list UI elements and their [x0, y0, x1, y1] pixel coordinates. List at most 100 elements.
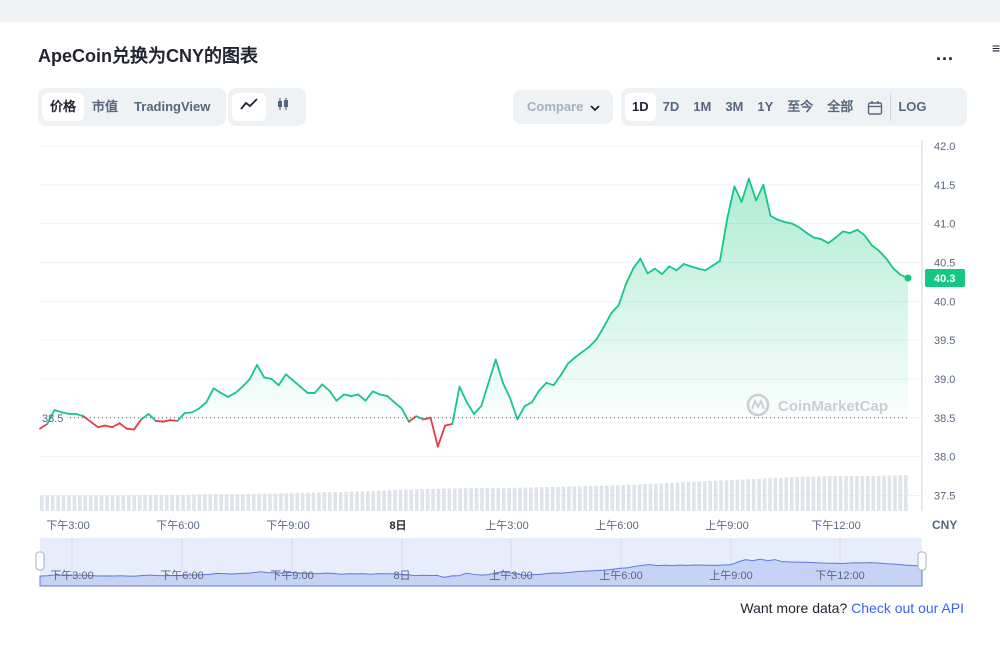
- x-tick-label: 上午3:00: [485, 519, 528, 532]
- volume-bar: [800, 476, 805, 511]
- volume-bar: [893, 475, 897, 511]
- volume-bar: [795, 476, 799, 511]
- volume-bar: [610, 485, 615, 511]
- volume-bar: [686, 482, 691, 511]
- volume-bar: [740, 479, 745, 511]
- volume-bar: [523, 487, 528, 511]
- volume-bar: [719, 480, 723, 511]
- volume-bar: [393, 489, 397, 511]
- volume-bar: [469, 488, 473, 511]
- volume-bar: [735, 479, 740, 511]
- footer-text: Want more data?: [740, 600, 852, 616]
- volume-bar: [605, 485, 609, 511]
- volume-bar: [539, 487, 544, 511]
- x-tick-label: 下午9:00: [266, 519, 309, 532]
- volume-bar: [860, 475, 865, 511]
- volume-bar: [192, 494, 196, 511]
- y-tick-label: 42.0: [934, 141, 955, 153]
- volume-bar: [463, 488, 468, 511]
- volume-bar: [382, 490, 386, 511]
- volume-bar: [626, 484, 631, 511]
- volume-bar: [632, 484, 636, 511]
- price-chart[interactable]: 38.5 40.3 37.5 38.0 38.5 39.0 39.5 40.0 40.5 41.…: [0, 0, 1000, 600]
- volume-bar: [762, 478, 767, 511]
- volume-bar: [295, 492, 299, 511]
- volume-bar: [241, 493, 245, 511]
- volume-bar: [45, 495, 50, 511]
- volume-bar: [366, 491, 370, 511]
- volume-bar: [88, 495, 93, 511]
- volume-bar: [317, 492, 321, 511]
- volume-bar: [588, 486, 593, 511]
- volume-bar: [567, 486, 571, 511]
- api-link[interactable]: Check out our API: [851, 600, 964, 616]
- navigator-right-handle: [917, 551, 927, 571]
- volume-bar: [311, 492, 316, 511]
- volume-bar: [72, 495, 77, 511]
- volume-bar: [279, 493, 283, 511]
- volume-bar: [197, 494, 202, 511]
- volume-bar: [404, 489, 408, 511]
- price-line-segment: [429, 416, 439, 448]
- volume-bar: [491, 487, 495, 511]
- volume-bar: [78, 495, 82, 511]
- volume-bar: [556, 486, 560, 511]
- volume-bar: [175, 494, 180, 511]
- volume-bar: [496, 487, 501, 511]
- volume-bar: [827, 476, 832, 511]
- volume-bar: [637, 484, 642, 511]
- price-line-segment: [118, 422, 128, 430]
- volume-bar: [257, 493, 261, 511]
- volume-bar: [360, 491, 365, 511]
- volume-bar: [708, 480, 712, 511]
- x-tick-label: 上午9:00: [705, 519, 748, 532]
- y-tick-label: 37.5: [934, 490, 955, 502]
- y-tick-label: 39.0: [934, 374, 955, 386]
- volume-bar: [648, 483, 653, 511]
- y-tick-label: 39.5: [934, 335, 955, 347]
- volume-bar: [561, 486, 566, 511]
- volume-bar: [56, 495, 60, 511]
- volume-bar: [751, 478, 756, 511]
- price-line-segment: [96, 424, 106, 429]
- volume-bar: [289, 493, 294, 511]
- volume-bar: [784, 477, 789, 511]
- volume-bar: [789, 477, 794, 511]
- volume-bar: [512, 487, 517, 511]
- volume-bar: [730, 479, 734, 511]
- volume-bar: [713, 480, 718, 511]
- volume-bar: [420, 489, 424, 511]
- volume-bar: [414, 489, 419, 511]
- volume-bar: [811, 476, 816, 511]
- volume-bar: [670, 482, 674, 511]
- x-tick-label: 下午3:00: [46, 519, 89, 532]
- y-tick-label: 41.0: [934, 219, 955, 231]
- navigator-tick-label: 上午9:00: [709, 569, 752, 582]
- volume-bar: [436, 488, 441, 511]
- y-tick-label: 38.5: [934, 413, 955, 425]
- y-tick-label: 38.0: [934, 452, 955, 464]
- volume-bar: [235, 493, 240, 511]
- volume-bar: [681, 482, 685, 511]
- volume-bar: [621, 485, 626, 511]
- volume-bar: [349, 491, 354, 511]
- volume-bar: [534, 487, 539, 511]
- volume-bar: [262, 493, 267, 511]
- volume-bar: [355, 491, 359, 511]
- volume-bar: [838, 475, 843, 511]
- x-tick-label: 上午6:00: [595, 519, 638, 532]
- price-line-segment: [89, 420, 99, 429]
- volume-bar: [746, 479, 751, 511]
- volume-bar: [518, 487, 522, 511]
- volume-bar: [425, 489, 430, 511]
- volume-bar: [654, 483, 658, 511]
- volume-bar: [447, 488, 452, 511]
- volume-bar: [322, 492, 327, 511]
- volume-bar: [616, 485, 620, 511]
- volume-bar: [246, 493, 251, 511]
- volume-bar: [773, 477, 778, 511]
- navigator-tick-label: 下午6:00: [160, 569, 203, 582]
- y-tick-label: 40.5: [934, 257, 955, 269]
- volume-bar: [387, 490, 392, 511]
- volume-bar: [251, 493, 256, 511]
